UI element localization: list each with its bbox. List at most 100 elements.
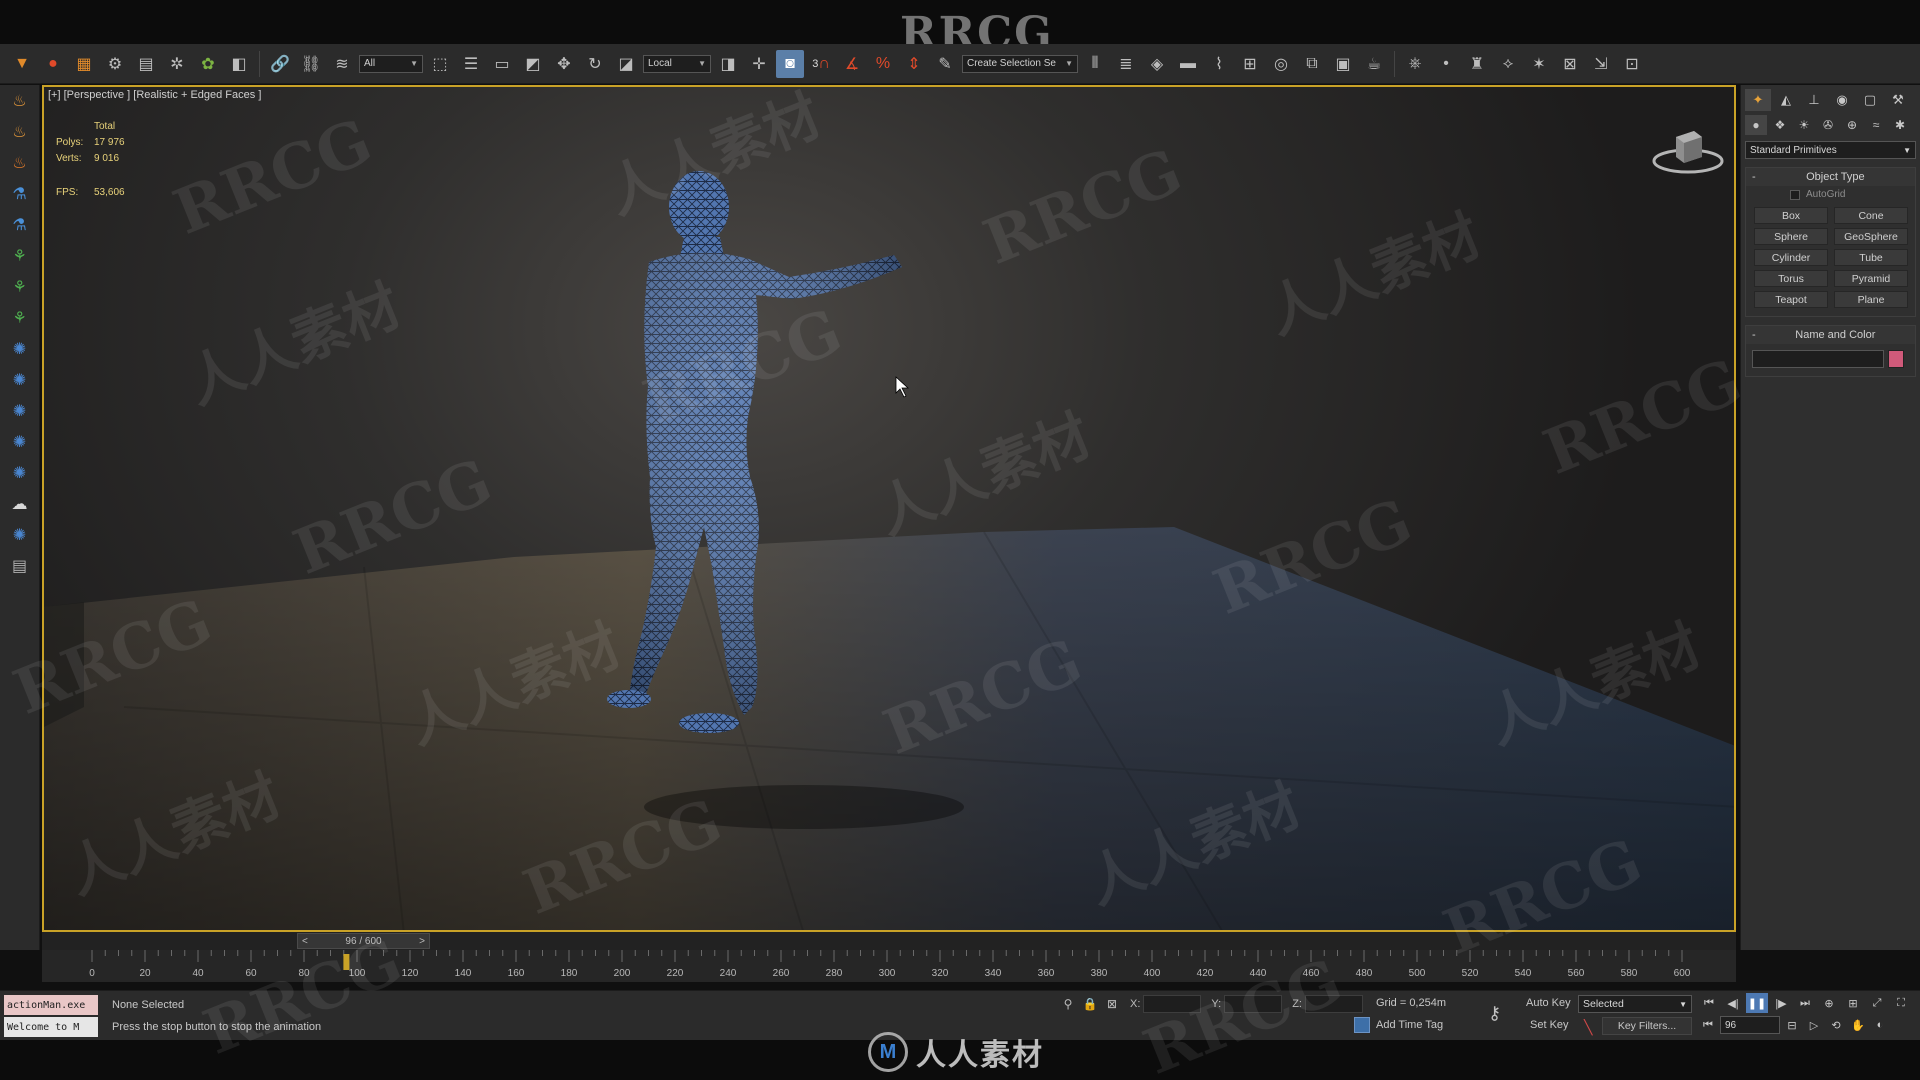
vdb-mesher-icon[interactable]: ✺ — [5, 365, 35, 395]
key-icon[interactable]: ⚷ — [1488, 1003, 1501, 1024]
globe-icon[interactable]: ✺ — [5, 396, 35, 426]
time-slider-handle[interactable]: < 96 / 600 > — [297, 933, 430, 949]
select-by-name-icon[interactable]: ☰ — [457, 50, 485, 78]
maxscript-output[interactable]: actionMan.exe — [4, 995, 98, 1015]
layer-manager-icon[interactable]: ▦ — [70, 50, 98, 78]
perspective-viewport[interactable]: [+] [Perspective ] [Realistic + Edged Fa… — [42, 85, 1736, 932]
align-icon[interactable]: ≣ — [1112, 50, 1140, 78]
key-mode-dropdown[interactable]: Selected ▼ — [1578, 995, 1692, 1013]
absolute-mode-icon[interactable]: ⊠ — [1104, 997, 1120, 1011]
selection-filter-dropdown[interactable]: All ▼ — [359, 54, 423, 73]
previous-frame-icon[interactable]: ◀| — [1722, 993, 1744, 1013]
shapes-icon[interactable]: ❖ — [1769, 115, 1791, 135]
geosphere-button[interactable]: GeoSphere — [1834, 228, 1908, 245]
render-setup-icon[interactable]: ⧉ — [1298, 50, 1326, 78]
next-frame-icon[interactable]: |▶ — [1770, 993, 1792, 1013]
field-of-view-icon[interactable]: ◐ — [1870, 1015, 1890, 1035]
current-frame-marker[interactable] — [343, 954, 350, 970]
snap-toggle-icon[interactable]: 3 ∩ — [807, 50, 835, 78]
key-mode-toggle-icon[interactable]: ⏮ — [1698, 1015, 1718, 1035]
object-paint-icon[interactable]: ⎈ — [1401, 50, 1429, 78]
plane-button[interactable]: Plane — [1834, 291, 1908, 308]
geometry-icon[interactable]: ● — [1745, 115, 1767, 135]
hair-icon[interactable]: ⟡ — [1494, 50, 1522, 78]
key-pen-icon[interactable]: ╲ — [1584, 1019, 1592, 1036]
z-coordinate-input[interactable] — [1304, 995, 1363, 1013]
percent-snap-icon[interactable]: % — [869, 50, 897, 78]
stop-icon[interactable]: ❚❚ — [1746, 993, 1768, 1013]
rendered-frame-window-icon[interactable]: ▣ — [1329, 50, 1357, 78]
teapot-button[interactable]: Teapot — [1754, 291, 1828, 308]
particle-flow-icon[interactable]: ⚘ — [5, 241, 35, 271]
pin-icon[interactable]: ⚲ — [1060, 997, 1076, 1011]
name-and-color-header[interactable]: - Name and Color — [1746, 326, 1915, 344]
burn-icon[interactable]: ♨ — [5, 148, 35, 178]
systems-icon[interactable]: ✱ — [1889, 115, 1911, 135]
unlink-icon[interactable]: ⛓ — [297, 50, 325, 78]
spinner-snap-icon[interactable]: ⇕ — [900, 50, 928, 78]
bind-space-warp-icon[interactable]: ≋ — [328, 50, 356, 78]
maxscript-input[interactable]: Welcome to M — [4, 1017, 98, 1037]
zoom-extents-icon[interactable]: ⊕ — [1818, 993, 1840, 1013]
motion-tab-icon[interactable]: ◉ — [1829, 89, 1855, 111]
box-button[interactable]: Box — [1754, 207, 1828, 224]
pyramid-button[interactable]: Pyramid — [1834, 270, 1908, 287]
scene-explorer-icon[interactable]: ▤ — [132, 50, 160, 78]
zoom-all-icon[interactable]: ⊞ — [1842, 993, 1864, 1013]
viewport-label[interactable]: [+] [Perspective ] [Realistic + Edged Fa… — [48, 89, 261, 101]
layer-explorer-icon[interactable]: ◈ — [1143, 50, 1171, 78]
pivot-center-icon[interactable]: ◨ — [714, 50, 742, 78]
lock-icon[interactable]: 🔒 — [1082, 997, 1098, 1011]
particle-icon[interactable]: ✶ — [1525, 50, 1553, 78]
reference-coordinate-dropdown[interactable]: Local ▼ — [643, 54, 711, 73]
cache-icon[interactable]: ▤ — [5, 551, 35, 581]
maxscript-listener[interactable]: actionMan.exe Welcome to M — [4, 995, 98, 1039]
current-frame-input[interactable]: 96 — [1720, 1016, 1780, 1034]
object-name-input[interactable] — [1752, 350, 1884, 368]
cloth-icon[interactable]: ♜ — [1463, 50, 1491, 78]
object-color-swatch[interactable] — [1888, 350, 1904, 368]
globe-wire-icon[interactable]: ✺ — [5, 427, 35, 457]
primitive-category-dropdown[interactable]: Standard Primitives ▼ — [1745, 141, 1916, 159]
go-to-start-icon[interactable]: ⏮ — [1698, 993, 1720, 1013]
record-icon[interactable]: ● — [39, 50, 67, 78]
sphere-button[interactable]: Sphere — [1754, 228, 1828, 245]
select-object-icon[interactable]: ⬚ — [426, 50, 454, 78]
region-zoom-icon[interactable]: ⛶ — [1890, 993, 1912, 1013]
bug-icon[interactable]: ✿ — [194, 50, 222, 78]
modify-tab-icon[interactable]: ◭ — [1773, 89, 1799, 111]
maximize-viewport-icon[interactable]: ⤢ — [1866, 993, 1888, 1013]
scale-icon[interactable]: ◪ — [612, 50, 640, 78]
set-key-button[interactable]: Set Key — [1530, 1019, 1569, 1031]
gear-icon[interactable]: ⚙ — [101, 50, 129, 78]
window-crossing-icon[interactable]: ◩ — [519, 50, 547, 78]
torus-button[interactable]: Torus — [1754, 270, 1828, 287]
lights-icon[interactable]: ☀ — [1793, 115, 1815, 135]
cog-small-icon[interactable]: ✲ — [163, 50, 191, 78]
curve-editor-icon[interactable]: ⌇ — [1205, 50, 1233, 78]
dot-icon[interactable]: • — [1432, 50, 1460, 78]
render-production-icon[interactable]: ☕ — [1360, 50, 1388, 78]
tube-button[interactable]: Tube — [1834, 249, 1908, 266]
space-warps-icon[interactable]: ≈ — [1865, 115, 1887, 135]
material-editor-icon[interactable]: ◎ — [1267, 50, 1295, 78]
viewcube-icon[interactable] — [1650, 123, 1726, 179]
move-icon[interactable]: ✥ — [550, 50, 578, 78]
fluid-icon[interactable]: ⚗ — [5, 179, 35, 209]
cone-button[interactable]: Cone — [1834, 207, 1908, 224]
orbit-icon[interactable]: ⟲ — [1826, 1015, 1846, 1035]
add-time-tag[interactable]: Add Time Tag — [1354, 1017, 1443, 1033]
particle-source-icon[interactable]: ⚘ — [5, 272, 35, 302]
key-filters-button[interactable]: Key Filters... — [1602, 1017, 1692, 1035]
edit-named-selection-icon[interactable]: ✎ — [931, 50, 959, 78]
isolate-icon[interactable]: ⇲ — [1587, 50, 1615, 78]
y-coordinate-input[interactable] — [1224, 995, 1283, 1013]
sphere-particles-icon[interactable]: ✺ — [5, 520, 35, 550]
mirror-icon[interactable]: ⫴ — [1081, 50, 1109, 78]
rect-region-icon[interactable]: ▭ — [488, 50, 516, 78]
fire-icon[interactable]: ♨ — [5, 86, 35, 116]
time-config-icon[interactable]: ⊟ — [1782, 1015, 1802, 1035]
vdb-icon[interactable]: ✺ — [5, 334, 35, 364]
utilities-tab-icon[interactable]: ⚒ — [1885, 89, 1911, 111]
display-tab-icon[interactable]: ▢ — [1857, 89, 1883, 111]
